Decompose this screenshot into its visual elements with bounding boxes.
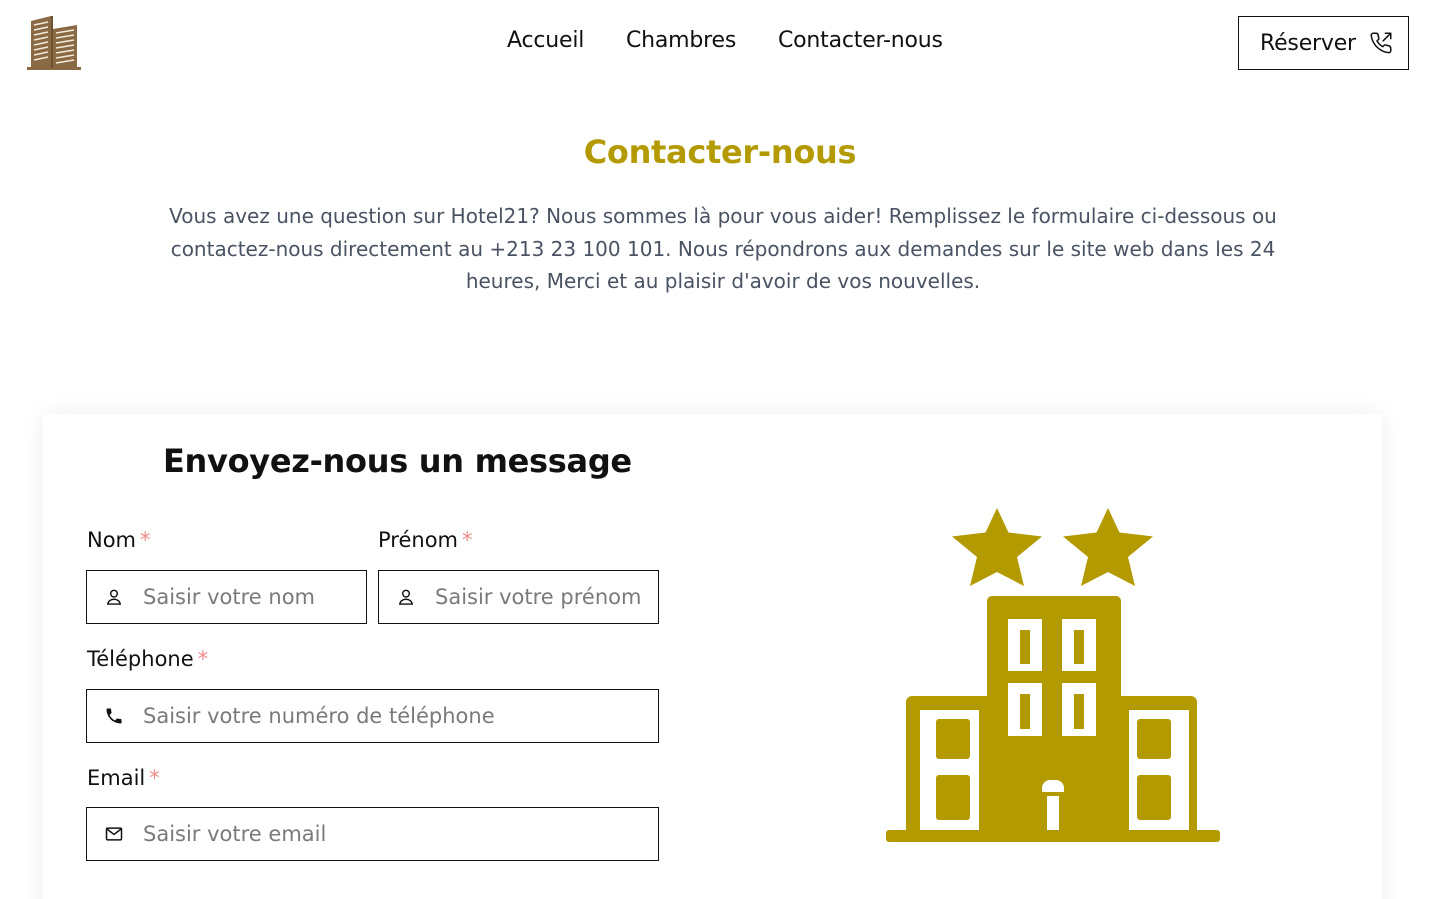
nom-label: Nom * <box>87 528 151 552</box>
prenom-input[interactable] <box>433 585 658 609</box>
site-header: Accueil Chambres Contacter-nous Réserver <box>0 0 1440 88</box>
hotel-two-stars-icon <box>884 506 1222 844</box>
reserve-button-label: Réserver <box>1260 30 1356 56</box>
nom-input[interactable] <box>141 585 366 609</box>
mail-icon <box>87 808 141 860</box>
user-icon <box>87 571 141 623</box>
required-mark: * <box>149 766 160 790</box>
required-mark: * <box>462 528 473 552</box>
telephone-field[interactable] <box>86 689 659 743</box>
phone-outgoing-icon <box>1370 32 1392 54</box>
email-input[interactable] <box>141 822 658 846</box>
prenom-field[interactable] <box>378 570 659 624</box>
main-nav: Accueil Chambres Contacter-nous <box>0 28 1440 60</box>
email-field[interactable] <box>86 807 659 861</box>
prenom-label: Prénom * <box>378 528 473 552</box>
telephone-label-text: Téléphone <box>87 647 194 671</box>
required-mark: * <box>140 528 151 552</box>
email-label: Email * <box>87 766 160 790</box>
nav-link-chambres[interactable]: Chambres <box>626 28 736 53</box>
nom-field[interactable] <box>86 570 367 624</box>
page-title: Contacter-nous <box>583 133 857 171</box>
email-label-text: Email <box>87 766 146 790</box>
user-icon <box>379 571 433 623</box>
telephone-input[interactable] <box>141 704 658 728</box>
telephone-label: Téléphone * <box>87 647 208 671</box>
phone-icon <box>87 690 141 742</box>
reserve-button[interactable]: Réserver <box>1238 16 1409 70</box>
nom-label-text: Nom <box>87 528 137 552</box>
form-title: Envoyez-nous un message <box>163 442 632 480</box>
nav-link-contact[interactable]: Contacter-nous <box>778 28 943 53</box>
prenom-label-text: Prénom <box>378 528 459 552</box>
nav-link-accueil[interactable]: Accueil <box>507 28 584 53</box>
intro-text: Vous avez une question sur Hotel21? Nous… <box>169 204 1277 293</box>
required-mark: * <box>197 647 209 671</box>
